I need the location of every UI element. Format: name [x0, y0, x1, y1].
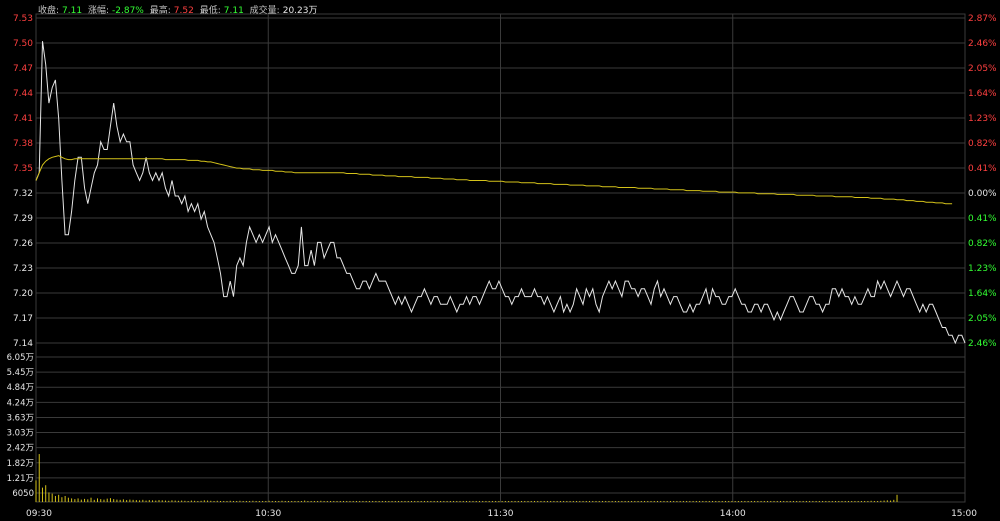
price-tick-label: 7.38	[13, 139, 33, 149]
percent-tick-label: 0.82%	[968, 239, 997, 249]
price-tick-label: 7.50	[13, 39, 33, 49]
price-tick-label: 7.17	[13, 314, 33, 324]
percent-tick-label: 2.87%	[968, 14, 997, 24]
percent-tick-label: 2.05%	[968, 64, 997, 74]
price-tick-label: 7.35	[13, 164, 33, 174]
price-tick-label: 7.26	[13, 239, 33, 249]
price-tick-label: 7.53	[13, 14, 33, 24]
price-tick-label: 7.44	[13, 89, 33, 99]
percent-tick-label: 1.64%	[968, 89, 997, 99]
price-tick-label: 7.14	[13, 339, 33, 349]
time-tick-label: 09:30	[26, 509, 52, 519]
price-tick-label: 7.32	[13, 189, 33, 199]
volume-tick-label: 1.21万	[7, 474, 34, 484]
chart-grid	[35, 13, 966, 503]
volume-tick-label: 2.42万	[7, 444, 34, 454]
volume-tick-label: 6.05万	[7, 353, 34, 363]
time-tick-label: 15:00	[951, 509, 977, 519]
volume-tick-label: 5.45万	[7, 368, 34, 378]
price-axis: 7.53 7.50 7.47 7.44 7.41 7.38 7.35 7.32 7.29 7.26…	[13, 14, 33, 349]
percent-tick-label: 0.41%	[968, 214, 997, 224]
average-price-line	[35, 155, 953, 205]
volume-axis: 6.05万 5.45万 4.84万 4.24万 3.63万 3.03万 2.42万 1.82万…	[7, 353, 34, 499]
price-tick-label: 7.23	[13, 264, 33, 274]
percent-tick-label: 1.23%	[968, 264, 997, 274]
percent-tick-label: 0.41%	[968, 164, 997, 174]
price-tick-label: 7.20	[13, 289, 33, 299]
price-tick-label: 7.29	[13, 214, 33, 224]
percent-tick-label: 1.64%	[968, 289, 997, 299]
volume-tick-label: 4.84万	[7, 383, 34, 393]
time-tick-label: 10:30	[255, 509, 281, 519]
percent-axis: 2.87% 2.46% 2.05% 1.64% 1.23% 0.82% 0.41% 0.00%…	[968, 14, 997, 349]
percent-tick-label: 2.46%	[968, 339, 997, 349]
volume-tick-label: 4.24万	[7, 398, 34, 408]
percent-tick-label: 2.46%	[968, 39, 997, 49]
volume-tick-label: 6050	[12, 489, 34, 499]
time-axis: 09:30 10:30 11:30 14:00 15:00	[26, 509, 977, 519]
intraday-chart: 7.53 7.50 7.47 7.44 7.41 7.38 7.35 7.32 7.29 7.26…	[7, 13, 997, 519]
percent-tick-label: 1.23%	[968, 114, 997, 124]
price-tick-label: 7.41	[13, 114, 33, 124]
percent-tick-label: 0.82%	[968, 139, 997, 149]
percent-tick-label: 0.00%	[968, 189, 997, 199]
percent-tick-label: 2.05%	[968, 314, 997, 324]
time-tick-label: 14:00	[720, 509, 746, 519]
volume-tick-label: 3.63万	[7, 413, 34, 423]
volume-tick-label: 3.03万	[7, 429, 34, 439]
time-tick-label: 11:30	[488, 509, 514, 519]
price-tick-label: 7.47	[13, 64, 33, 74]
volume-tick-label: 1.82万	[7, 459, 34, 469]
